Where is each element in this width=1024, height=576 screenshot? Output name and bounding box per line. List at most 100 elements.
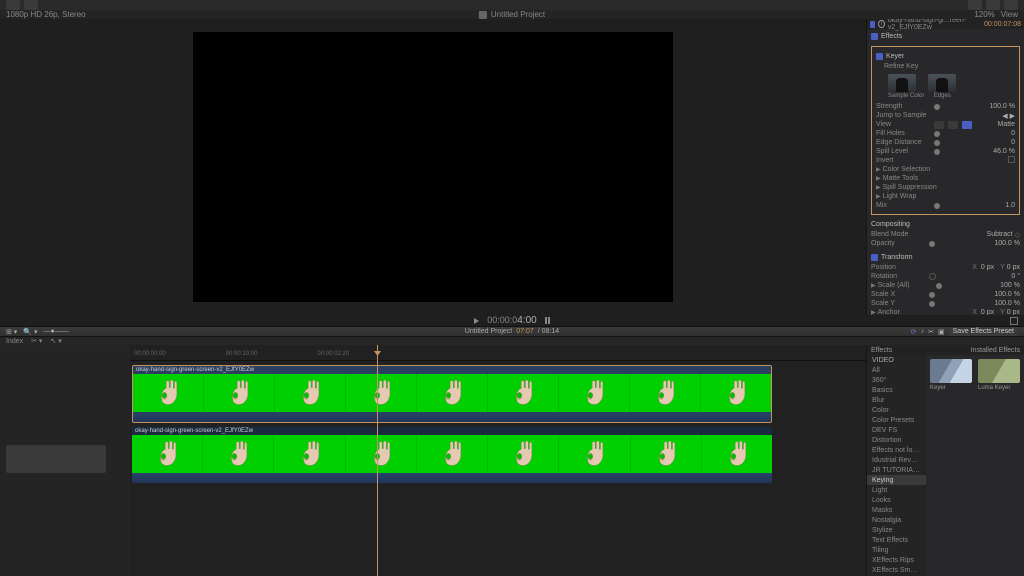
strength-value[interactable]: 100.0 % <box>983 103 1015 110</box>
info-icon[interactable]: i <box>878 20 885 28</box>
effects-tab[interactable]: Effects <box>871 347 892 354</box>
effects-category-item[interactable]: XEffects Rips <box>867 555 926 565</box>
edges-button[interactable] <box>928 74 956 92</box>
spill-level-slider[interactable] <box>934 149 940 155</box>
compositing-section[interactable]: Compositing <box>871 219 1020 230</box>
view-matte-button[interactable] <box>948 121 958 129</box>
strength-slider[interactable] <box>934 104 940 110</box>
zoom-slider[interactable]: —●—— <box>44 328 69 335</box>
effects-category-list[interactable]: VIDEOAll360°BasicsBlurColorColor Presets… <box>867 355 926 576</box>
fill-holes-slider[interactable] <box>934 131 940 137</box>
clip-frame <box>488 374 559 412</box>
scale-x-slider[interactable] <box>929 292 935 298</box>
scale-y-slider[interactable] <box>929 301 935 307</box>
trim-tool[interactable]: ✂ ▾ <box>31 337 42 345</box>
effects-category-item[interactable]: VIDEO <box>867 355 926 365</box>
invert-checkbox[interactable] <box>1008 156 1015 163</box>
viewer-canvas[interactable] <box>193 32 673 302</box>
save-effects-preset-button[interactable]: Save Effects Preset <box>949 327 1018 336</box>
effects-category-item[interactable]: Color <box>867 405 926 415</box>
effects-category-item[interactable]: 360° <box>867 375 926 385</box>
clip-frame <box>702 435 772 473</box>
inspector-clip-name: okay-hand-sign-gr...reen-v2_EJfY0EZw <box>888 19 981 31</box>
blend-mode-select[interactable]: Subtract <box>981 231 1013 238</box>
effects-category-item[interactable]: Blur <box>867 395 926 405</box>
index-button[interactable]: Index <box>6 338 23 345</box>
opacity-slider[interactable] <box>929 241 935 247</box>
timeline-clip-1[interactable]: okay-hand-sign-green-screen-v2_EJfY0EZw <box>132 365 772 423</box>
spill-suppression-disclosure[interactable]: Spill Suppression <box>883 184 941 191</box>
sample-color-button[interactable] <box>888 74 916 92</box>
zoom-tool-button[interactable]: 🔍 ▾ <box>23 328 37 336</box>
jump-stepper[interactable]: ◀ ▶ <box>983 112 1015 120</box>
color-selection-disclosure[interactable]: Color Selection <box>883 166 941 173</box>
clip-frame <box>701 374 771 412</box>
snapping-toggle[interactable]: ✂ <box>928 328 934 336</box>
select-tool[interactable]: ↖ ▾ <box>50 337 61 345</box>
playhead[interactable] <box>377 345 378 576</box>
transform-checkbox[interactable] <box>871 254 878 261</box>
installed-effects-tab[interactable]: Installed Effects <box>971 347 1020 354</box>
position-y[interactable]: 0 px <box>1007 264 1020 271</box>
mix-slider[interactable] <box>934 203 940 209</box>
effects-category-item[interactable]: Effects not loaded <box>867 445 926 455</box>
position-x[interactable]: 0 px <box>981 264 994 271</box>
effects-category-item[interactable]: Stylize <box>867 525 926 535</box>
library-toggle-button[interactable] <box>6 0 20 10</box>
view-original-button[interactable] <box>962 121 972 129</box>
clip-appearance-button[interactable]: ⊞ ▾ <box>6 328 17 336</box>
fullscreen-button[interactable] <box>1004 0 1018 10</box>
edge-distance-slider[interactable] <box>934 140 940 146</box>
share-button[interactable] <box>968 0 982 10</box>
keyer-effect-box: Keyer Refine Key Sample Color Edges Stre… <box>871 46 1020 215</box>
effect-thumbnail[interactable]: Keyer <box>930 359 972 391</box>
keyer-checkbox[interactable] <box>876 53 883 60</box>
inspector-video-tab-icon[interactable] <box>870 21 875 28</box>
matte-tools-disclosure[interactable]: Matte Tools <box>883 175 941 182</box>
clip-frame <box>274 435 345 473</box>
timeline-project-title: Untitled Project <box>465 328 512 335</box>
pause-icon[interactable] <box>545 317 550 324</box>
effects-category-item[interactable]: Distortion <box>867 435 926 445</box>
view-composite-button[interactable] <box>934 121 944 129</box>
effects-category-item[interactable]: Basics <box>867 385 926 395</box>
effects-category-item[interactable]: Nostalgia <box>867 515 926 525</box>
effects-category-item[interactable]: Tiling <box>867 545 926 555</box>
skimming-toggle[interactable]: ⟳ <box>911 328 917 336</box>
view-menu[interactable]: View <box>1001 10 1018 19</box>
timeline-header: ⊞ ▾ 🔍 ▾ —●—— Untitled Project 07:07 / 08… <box>0 326 1024 337</box>
clip-frame <box>559 374 630 412</box>
zoom-level[interactable]: 120% <box>974 10 994 19</box>
clip-frame <box>133 374 204 412</box>
solo-toggle[interactable]: ▣ <box>938 328 945 336</box>
play-button[interactable] <box>474 318 479 324</box>
effects-category-item[interactable]: DEV FS <box>867 425 926 435</box>
effects-browser: Effects Installed Effects VIDEOAll360°Ba… <box>866 345 1024 576</box>
effects-category-item[interactable]: Light <box>867 485 926 495</box>
timeline-index-thumbnail[interactable] <box>6 445 106 473</box>
effects-category-item[interactable]: Masks <box>867 505 926 515</box>
effect-thumbnail[interactable]: Luma Keyer <box>978 359 1020 391</box>
timeline-tracks[interactable]: 00:00:00:0000:00:10:0000:00:02:20 okay-h… <box>130 345 866 576</box>
viewer-fullscreen-button[interactable] <box>1010 317 1018 325</box>
rotation-dial[interactable] <box>929 273 936 280</box>
effects-category-item[interactable]: Looks <box>867 495 926 505</box>
light-wrap-disclosure[interactable]: Light Wrap <box>883 193 941 200</box>
effects-category-item[interactable]: Text Effects <box>867 535 926 545</box>
effects-category-item[interactable]: Color Presets <box>867 415 926 425</box>
scale-all-slider[interactable] <box>936 283 942 289</box>
effects-category-item[interactable]: JR TUTORIALS <box>867 465 926 475</box>
timeline-clip-2[interactable]: okay-hand-sign-green-screen-v2_EJfY0EZw <box>132 427 772 483</box>
system-toolbar <box>0 0 1024 10</box>
effects-category-item[interactable]: Idustrial Revolution <box>867 455 926 465</box>
clip-frame <box>203 435 274 473</box>
effects-category-item[interactable]: XEffects Smooth Glass Slid... <box>867 565 926 575</box>
inspector-toggle-button[interactable] <box>986 0 1000 10</box>
timeline-ruler[interactable]: 00:00:00:0000:00:10:0000:00:02:20 <box>130 351 866 361</box>
clip-frame <box>275 374 346 412</box>
audio-skimming-toggle[interactable]: ♪ <box>921 328 925 335</box>
effects-category-item[interactable]: Keying <box>867 475 926 485</box>
effects-checkbox[interactable] <box>871 33 878 40</box>
browser-toggle-button[interactable] <box>24 0 38 10</box>
effects-category-item[interactable]: All <box>867 365 926 375</box>
